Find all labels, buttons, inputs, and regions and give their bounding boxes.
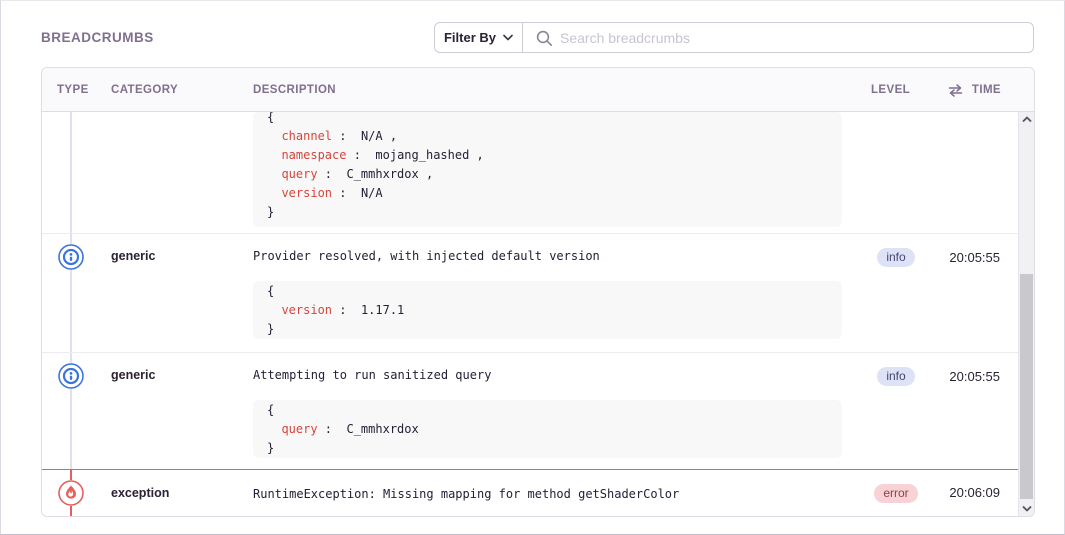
panel-header: BREADCRUMBS Filter By: [1, 1, 1064, 67]
column-header-type: TYPE: [57, 84, 89, 96]
sort-arrows-icon[interactable]: [948, 84, 963, 97]
time-cell: 20:06:09: [949, 485, 1000, 500]
description-text: RuntimeException: Missing mapping for me…: [253, 487, 680, 501]
breadcrumbs-panel: BREADCRUMBS Filter By TYPE CATEGORY DESC…: [1, 1, 1064, 517]
breadcrumb-row-partial: { channel : N/A , namespace : mojang_has…: [42, 112, 1018, 233]
breadcrumb-row: exception RuntimeException: Missing mappi…: [42, 469, 1018, 516]
description-text: Attempting to run sanitized query: [253, 368, 492, 382]
description-text: Provider resolved, with injected default…: [253, 249, 600, 263]
level-cell: info: [856, 367, 936, 386]
code-block: { query : C_mmhxrdox}: [253, 400, 842, 458]
scroll-down-icon[interactable]: [1022, 505, 1032, 512]
category-cell: generic: [111, 368, 156, 382]
code-block: { version : 1.17.1}: [253, 281, 842, 339]
panel-title: BREADCRUMBS: [41, 30, 154, 45]
table-header-row: TYPE CATEGORY DESCRIPTION LEVEL TIME: [42, 68, 1034, 112]
column-header-description: DESCRIPTION: [253, 84, 336, 96]
column-header-category: CATEGORY: [111, 84, 179, 96]
scroll-up-icon[interactable]: [1022, 116, 1032, 123]
chevron-down-icon: [503, 34, 513, 41]
search-icon: [536, 30, 552, 46]
info-icon: [58, 363, 84, 389]
search-box: [523, 23, 1033, 52]
filter-by-button[interactable]: Filter By: [435, 23, 523, 52]
table-body: { channel : N/A , namespace : mojang_has…: [42, 112, 1034, 516]
timeline-connector: [70, 112, 72, 233]
scrollbar[interactable]: [1018, 112, 1034, 516]
time-cell: 20:05:55: [949, 369, 1000, 384]
column-header-level: LEVEL: [871, 84, 911, 96]
flame-icon: [58, 480, 84, 506]
category-cell: generic: [111, 249, 156, 263]
level-badge: info: [877, 248, 915, 267]
level-badge: error: [874, 484, 918, 503]
category-cell: exception: [111, 486, 170, 500]
breadcrumb-row: generic Attempting to run sanitized query…: [42, 352, 1018, 469]
level-cell: info: [856, 248, 936, 267]
level-badge: info: [877, 367, 915, 386]
column-header-time: TIME: [971, 84, 1001, 96]
search-input[interactable]: [523, 23, 1033, 52]
level-cell: error: [856, 484, 936, 503]
filter-by-label: Filter By: [443, 30, 496, 45]
filter-search-group: Filter By: [434, 22, 1034, 53]
code-block: { channel : N/A , namespace : mojang_has…: [253, 112, 842, 227]
breadcrumb-row: generic Provider resolved, with injected …: [42, 233, 1018, 352]
scrollbar-thumb[interactable]: [1020, 274, 1033, 499]
info-icon: [58, 244, 84, 270]
breadcrumbs-table: TYPE CATEGORY DESCRIPTION LEVEL TIME { c…: [41, 67, 1035, 517]
rows-container: { channel : N/A , namespace : mojang_has…: [42, 112, 1018, 516]
time-cell: 20:05:55: [949, 250, 1000, 265]
